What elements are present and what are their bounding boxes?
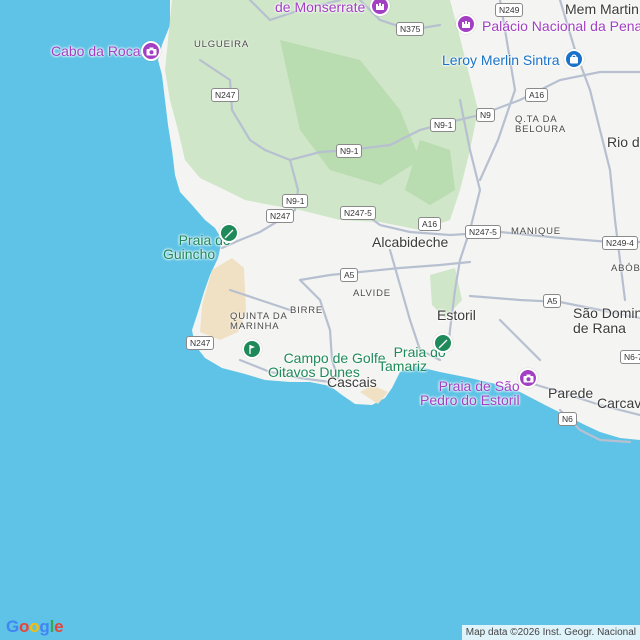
poi-monserrate[interactable]: de Monserrate: [275, 0, 365, 15]
poi-label: de Monserrate: [275, 0, 366, 15]
road-shield: A5: [340, 268, 359, 282]
town-mem-martins: Mem Martin: [565, 1, 639, 17]
road-shield: N9-1: [430, 118, 457, 132]
town-parede: Parede: [548, 385, 594, 401]
poi-label: Palácio Nacional da Pena: [482, 18, 640, 34]
road-shield: N6: [558, 412, 577, 426]
shopping-bag-icon[interactable]: [564, 49, 584, 69]
locality-alvide: ALVIDE: [353, 288, 391, 299]
road-shield: N247-5: [340, 206, 376, 220]
road-shield: N9: [476, 108, 495, 122]
road-shield: N9-1: [336, 144, 363, 158]
town-alcabideche: Alcabideche: [372, 234, 449, 250]
road-shield: N249-4: [602, 236, 638, 250]
poi-cabo-da-roca[interactable]: Cabo da Roca: [51, 44, 141, 59]
locality-manique: MANIQUE: [511, 226, 561, 237]
road-shield: A5: [543, 294, 562, 308]
poi-label: Praia de São Pedro do Estoril: [420, 377, 520, 409]
road-shield: A16: [418, 217, 442, 231]
golf-icon[interactable]: [242, 339, 262, 359]
town-estoril: Estoril: [437, 307, 476, 323]
road-shield: N9-1: [282, 194, 309, 208]
locality-quinta-marinha: QUINTA DA MARINHA: [230, 311, 288, 332]
town-carcavelos: Carcav: [597, 395, 640, 411]
locality-abobora: ABÓBO: [611, 263, 640, 274]
map-canvas[interactable]: N249 N375 A16 N9 N247 N9-1 N9-1 N9-1 N24…: [0, 0, 640, 640]
locality-quinta-beloura: Q.TA DA BELOURA: [515, 114, 567, 135]
road-shield: N249: [495, 3, 524, 17]
road-shield: N247: [266, 209, 295, 223]
beach-icon[interactable]: [219, 223, 239, 243]
map-attribution[interactable]: Map data ©2026 Inst. Geogr. Nacional: [461, 625, 640, 640]
poi-praia-sao-pedro[interactable]: Praia de São Pedro do Estoril: [420, 364, 520, 423]
town-rio-de-mouro: Rio de: [607, 134, 640, 150]
road-shield: A16: [525, 88, 549, 102]
camera-icon[interactable]: [141, 41, 161, 61]
google-logo[interactable]: Google: [6, 617, 64, 637]
road-shield: N247-5: [465, 225, 501, 239]
road-shield: N6-7: [620, 350, 640, 364]
road-shield: N247: [186, 336, 215, 350]
town-cascais: Cascais: [327, 374, 377, 390]
poi-label: Cabo da Roca: [51, 43, 141, 59]
poi-leroy-merlin[interactable]: Leroy Merlin Sintra: [442, 53, 560, 68]
town-sao-domingos: São Domin de Rana: [573, 305, 640, 336]
locality-birre: BIRRE: [290, 305, 324, 316]
road-shield: N247: [211, 88, 240, 102]
road-shield: N375: [396, 22, 425, 36]
locality-ulgueira: ULGUEIRA: [194, 39, 249, 50]
camera-icon[interactable]: [518, 368, 538, 388]
castle-icon[interactable]: [456, 14, 476, 34]
poi-label: Leroy Merlin Sintra: [442, 52, 560, 68]
beach-icon[interactable]: [433, 333, 453, 353]
poi-palacio-pena[interactable]: Palácio Nacional da Pena: [482, 19, 640, 34]
